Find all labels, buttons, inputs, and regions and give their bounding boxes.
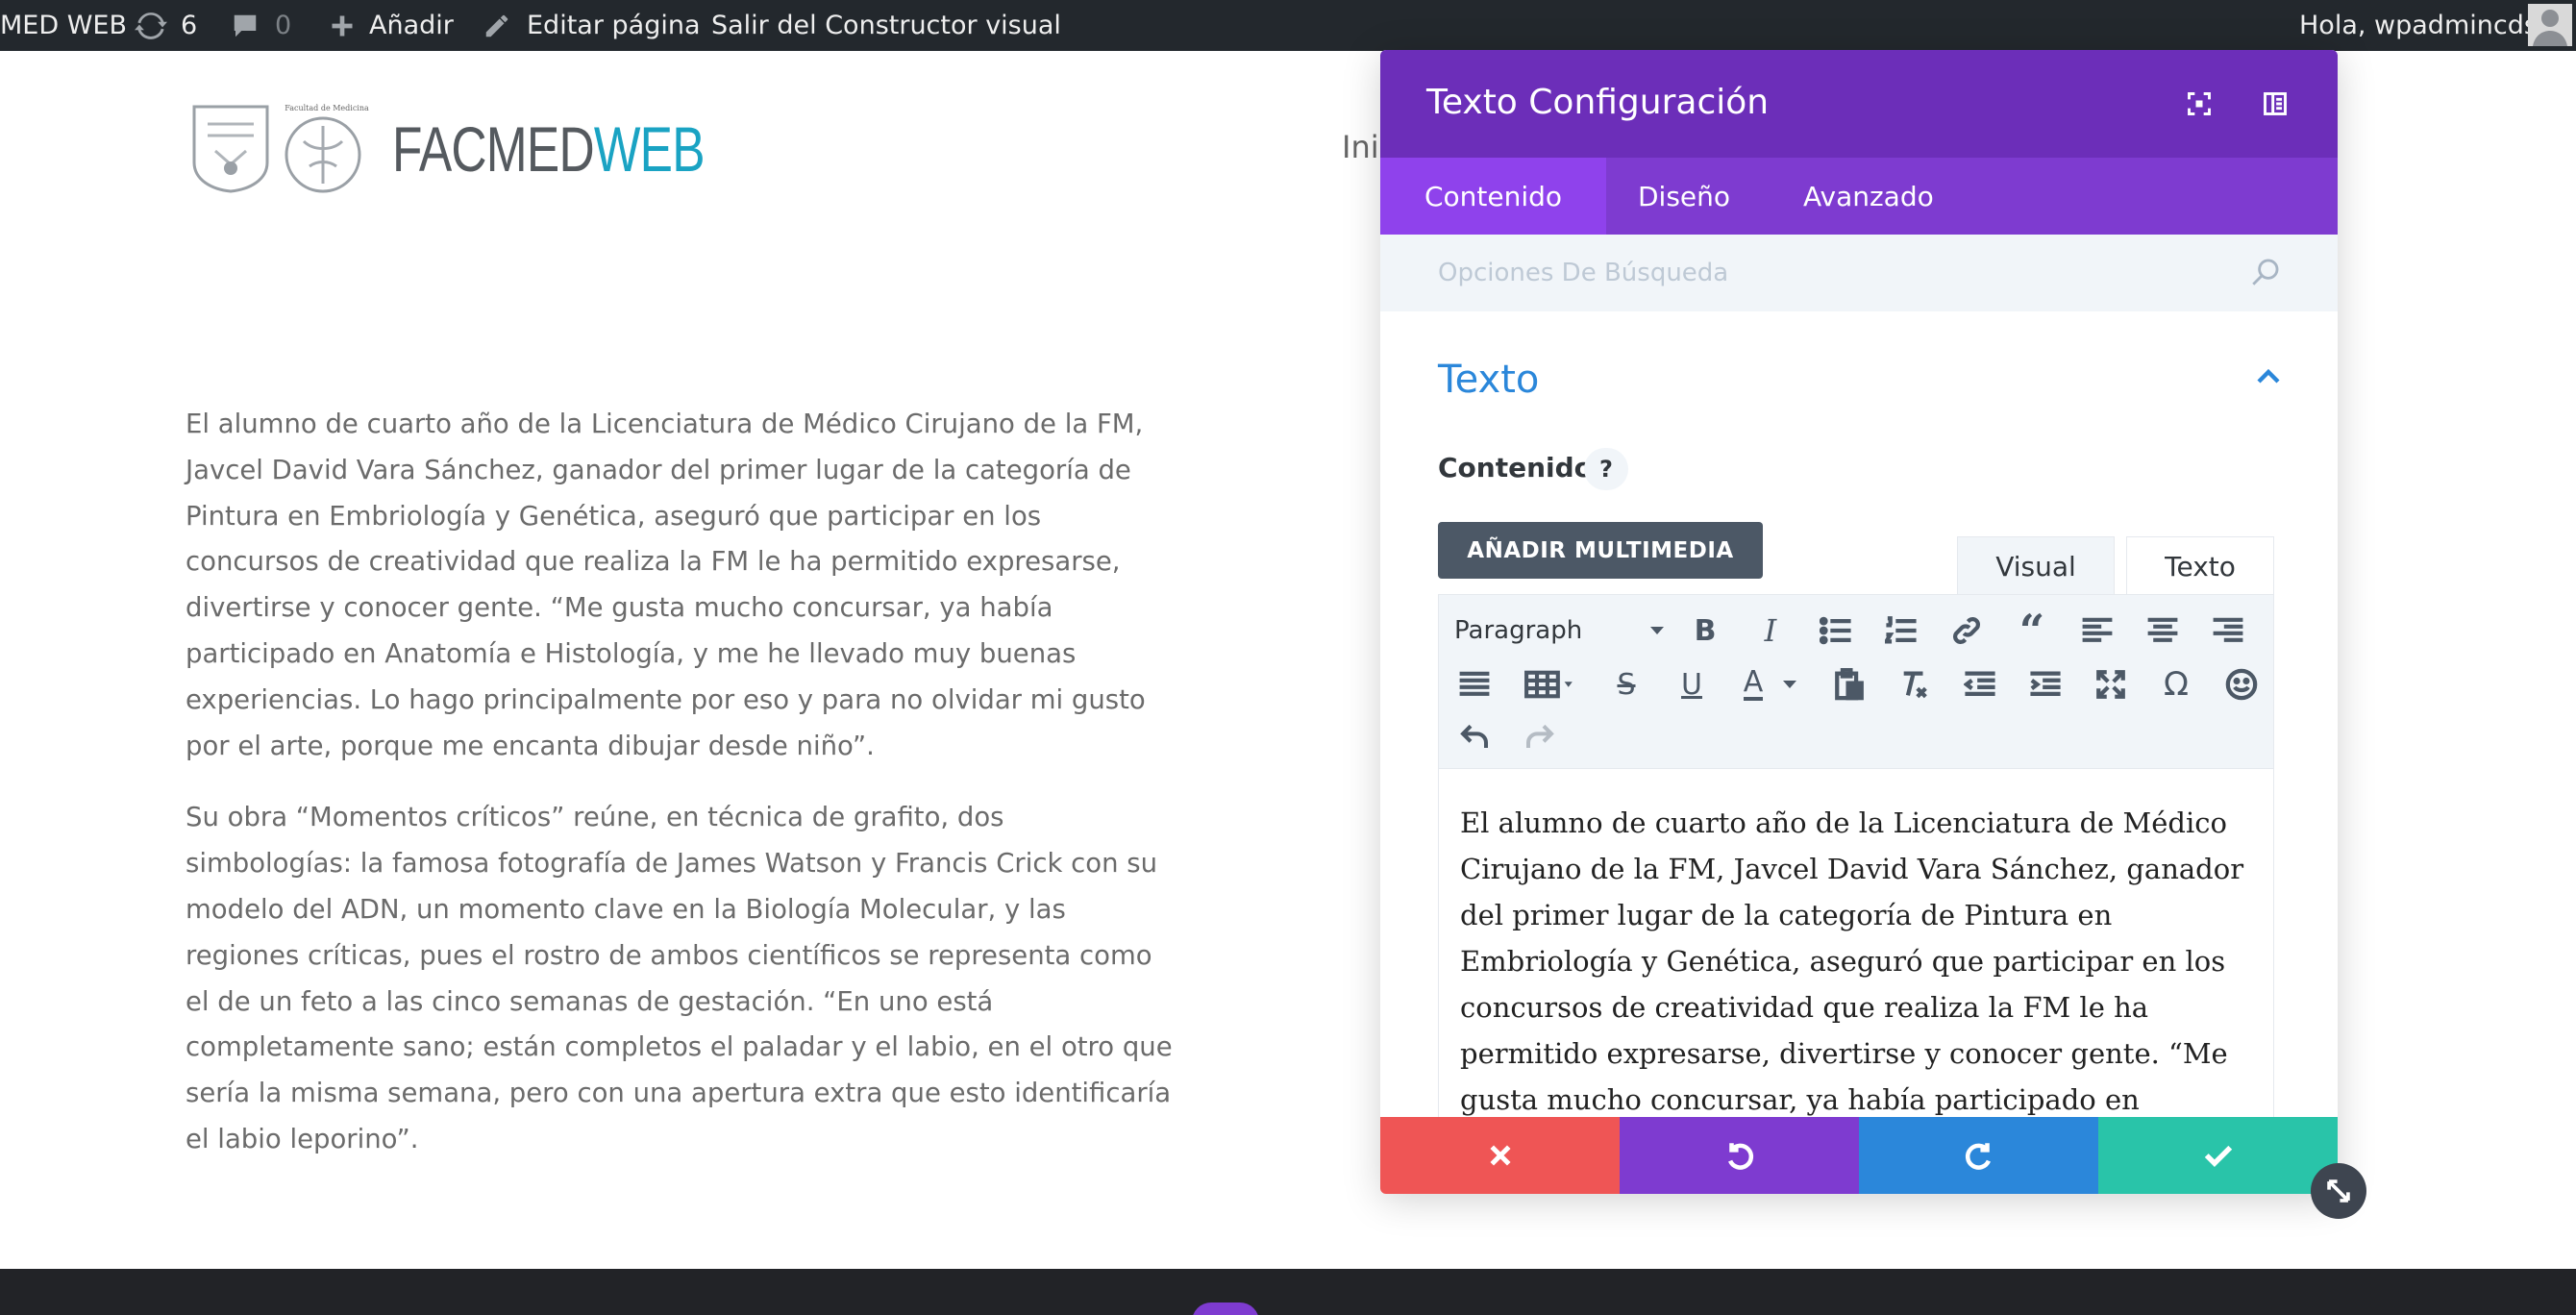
article-paragraph: Su obra “Momentos críticos” reúne, en té… <box>186 802 1173 1154</box>
outdent-icon[interactable] <box>1958 662 2002 707</box>
undo-icon[interactable] <box>1452 714 1497 758</box>
search-icon[interactable] <box>2249 256 2282 292</box>
italic-icon[interactable]: I <box>1748 608 1793 653</box>
save-button[interactable] <box>2098 1117 2338 1194</box>
builder-add-button[interactable] <box>1192 1303 1259 1315</box>
updates-count: 6 <box>181 11 198 40</box>
editor-toolbar: Paragraph B I “ S U A Ω <box>1438 594 2274 769</box>
tab-text-editor[interactable]: Texto <box>2126 536 2274 596</box>
plus-icon <box>329 12 356 39</box>
snap-sidebar-button[interactable] <box>2258 87 2292 121</box>
help-button[interactable]: ? <box>1584 448 1628 490</box>
bold-icon[interactable]: B <box>1683 608 1727 653</box>
admin-greeting: Hola, wpadmincds <box>2299 11 2538 40</box>
align-left-icon[interactable] <box>2075 608 2119 653</box>
text-color-icon[interactable]: A <box>1733 662 1810 707</box>
unam-seal-icon <box>188 101 281 198</box>
content-field-label: Contenido <box>1438 452 1593 484</box>
comment-icon <box>231 12 260 40</box>
options-search-input[interactable] <box>1438 250 2207 296</box>
modal-title: Texto Configuración <box>1426 83 1770 122</box>
visual-editor-area[interactable]: El alumno de cuarto año de la Licenciatu… <box>1438 769 2274 1163</box>
text-settings-modal: Texto Configuración Contenido Diseño Ava… <box>1380 50 2338 1194</box>
options-search <box>1380 235 2338 311</box>
tab-avanzado[interactable]: Avanzado <box>1759 158 1978 235</box>
undo-arrow-icon <box>1723 1139 1756 1172</box>
tab-visual-editor[interactable]: Visual <box>1957 536 2115 596</box>
check-icon <box>2202 1141 2235 1170</box>
logo-caption: Facultad de Medicina <box>285 103 369 112</box>
section-toggle-texto[interactable]: Texto <box>1438 358 1539 402</box>
nav-item-inicio[interactable]: Ini <box>1342 129 1379 165</box>
modal-header: Texto Configuración <box>1380 50 2338 158</box>
underline-icon[interactable]: U <box>1670 662 1714 707</box>
emoji-icon[interactable] <box>2219 662 2264 707</box>
admin-bar: MED WEB 6 0 Añadir Editar página Salir d… <box>0 0 2576 51</box>
close-icon <box>1486 1141 1515 1170</box>
exit-visual-builder-button[interactable]: Salir del Constructor visual <box>711 0 1061 51</box>
format-select[interactable]: Paragraph <box>1454 610 1666 651</box>
exit-visual-builder-label: Salir del Constructor visual <box>711 11 1061 40</box>
redo-button[interactable] <box>1859 1117 2098 1194</box>
facmed-seal-icon: Facultad de Medicina <box>281 104 373 195</box>
expand-modal-button[interactable] <box>2182 87 2217 121</box>
format-select-value: Paragraph <box>1454 616 1583 645</box>
sidebar-layout-icon <box>2262 90 2289 117</box>
redo-icon[interactable] <box>1518 714 1562 758</box>
resize-arrows-icon <box>2322 1175 2355 1207</box>
account-menu[interactable]: Hola, wpadmincds <box>2299 0 2538 51</box>
admin-site-name-label: MED WEB <box>0 11 128 40</box>
dropdown-arrow-icon <box>1648 625 1666 636</box>
add-media-button[interactable]: AÑADIR MULTIMEDIA <box>1438 522 1763 579</box>
avatar[interactable] <box>2528 4 2572 46</box>
admin-site-name[interactable]: MED WEB <box>0 0 127 51</box>
resize-modal-handle[interactable] <box>2311 1163 2366 1219</box>
paste-icon[interactable] <box>1827 662 1871 707</box>
link-icon[interactable] <box>1944 608 1989 653</box>
comments-count: 0 <box>275 11 292 40</box>
omega-icon[interactable]: Ω <box>2154 662 2198 707</box>
site-logo[interactable]: Facultad de Medicina FACMEDWEB <box>188 96 792 202</box>
discard-button[interactable] <box>1380 1117 1620 1194</box>
bullet-list-icon[interactable] <box>1814 608 1858 653</box>
modal-tabs: Contenido Diseño Avanzado <box>1380 158 2338 235</box>
site-name: FACMEDWEB <box>392 112 706 186</box>
justify-icon[interactable] <box>1452 662 1497 707</box>
table-icon[interactable] <box>1518 662 1585 707</box>
modal-footer <box>1380 1117 2338 1194</box>
strikethrough-icon[interactable]: S <box>1604 662 1648 707</box>
numbered-list-icon[interactable] <box>1879 608 1923 653</box>
editor-content[interactable]: El alumno de cuarto año de la Licenciatu… <box>1460 800 2267 1162</box>
add-new-label: Añadir <box>369 11 454 40</box>
align-center-icon[interactable] <box>2141 608 2185 653</box>
blockquote-icon[interactable]: “ <box>2010 608 2054 653</box>
chevron-up-icon[interactable] <box>2249 358 2288 396</box>
updates-icon <box>135 10 167 42</box>
pencil-icon <box>483 12 511 40</box>
article-body: El alumno de cuarto año de la Licenciatu… <box>186 402 1176 1189</box>
article-paragraph: El alumno de cuarto año de la Licenciatu… <box>186 409 1146 761</box>
focus-expand-icon <box>2186 90 2213 117</box>
add-new-button[interactable]: Añadir <box>329 0 454 51</box>
edit-page-button[interactable]: Editar página <box>483 0 701 51</box>
nav-item-label: Ini <box>1342 129 1379 165</box>
tab-contenido[interactable]: Contenido <box>1380 158 1607 235</box>
site-name-part1: FACMED <box>392 113 595 185</box>
tab-diseno[interactable]: Diseño <box>1594 158 1774 235</box>
fullscreen-icon[interactable] <box>2089 662 2133 707</box>
align-right-icon[interactable] <box>2206 608 2250 653</box>
indent-icon[interactable] <box>2023 662 2068 707</box>
comments-button[interactable]: 0 <box>231 0 291 51</box>
site-name-part2: WEB <box>593 113 706 185</box>
clear-format-icon[interactable] <box>1893 662 1937 707</box>
redo-arrow-icon <box>1963 1139 1995 1172</box>
edit-page-label: Editar página <box>527 11 701 40</box>
updates-button[interactable]: 6 <box>135 0 197 51</box>
site-footer <box>0 1269 2576 1315</box>
undo-button[interactable] <box>1620 1117 1859 1194</box>
